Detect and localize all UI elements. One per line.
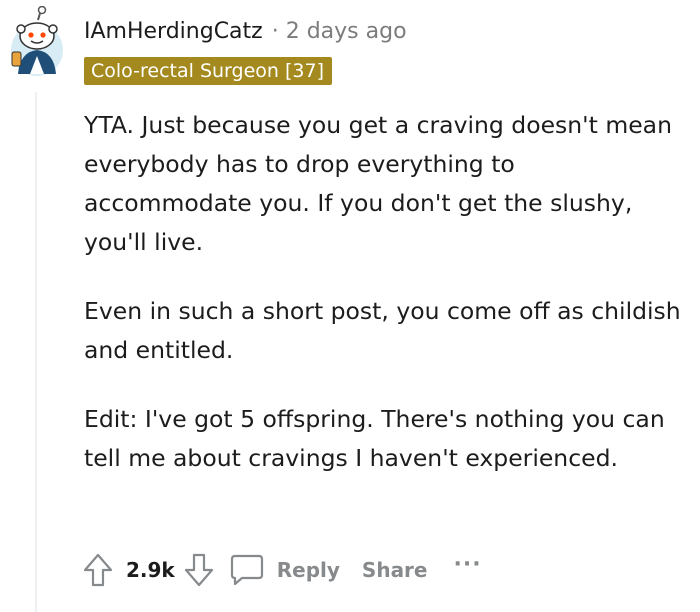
comment-header: IAmHerdingCatz · 2 days ago [84,14,407,48]
reply-label: Reply [276,558,340,582]
arrow-up-icon [83,553,113,587]
timestamp[interactable]: 2 days ago [286,19,407,44]
snoo-avatar-icon [11,5,63,76]
comment-paragraph: Edit: I've got 5 offspring. There's noth… [84,405,665,472]
vote-score: 2.9k [126,558,175,582]
thread-line[interactable] [35,92,37,612]
arrow-down-icon [184,553,213,587]
share-button[interactable]: Share [362,558,428,582]
comment-body: YTA. Just because you get a craving does… [84,106,684,508]
reply-button[interactable]: Reply [229,552,340,588]
username-link[interactable]: IAmHerdingCatz [84,19,263,44]
comment-paragraph: YTA. Just because you get a craving does… [84,111,672,256]
separator-dot: · [271,18,279,44]
upvote-button[interactable] [80,550,116,590]
comment-actions: 2.9k Reply Share ··· [80,548,482,592]
user-avatar[interactable] [8,5,66,78]
more-options-button[interactable]: ··· [454,552,482,577]
user-flair: Colo-rectal Surgeon [37] [84,57,332,85]
comment-paragraph: Even in such a short post, you come off … [84,297,681,364]
speech-bubble-icon [230,554,263,586]
downvote-button[interactable] [181,550,217,590]
